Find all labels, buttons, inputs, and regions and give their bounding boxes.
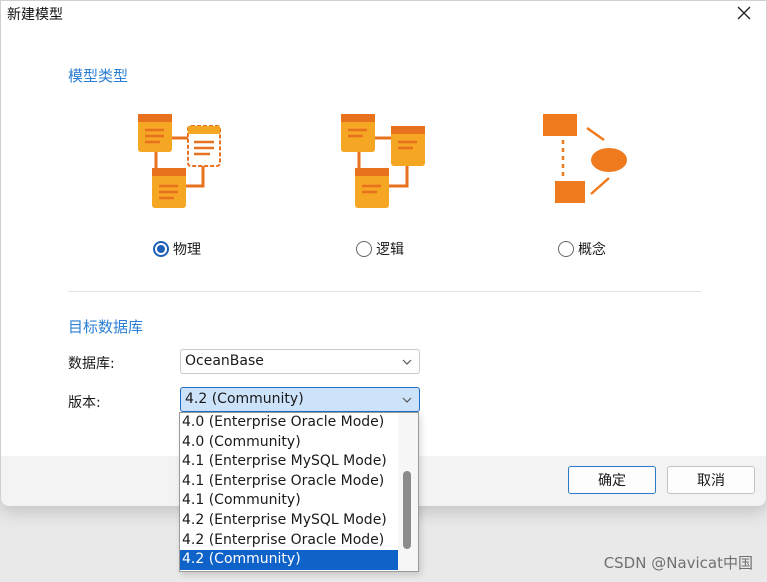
chevron-down-icon bbox=[402, 359, 412, 365]
version-options: 4.0 (Enterprise Oracle Mode) 4.0 (Commun… bbox=[180, 413, 398, 570]
version-value: 4.2 (Community) bbox=[185, 391, 304, 407]
dialog-title: 新建模型 bbox=[7, 7, 63, 23]
version-option-selected[interactable]: 4.2 (Community) bbox=[180, 550, 398, 570]
database-select[interactable]: OceanBase bbox=[180, 349, 420, 374]
dropdown-scrollbar[interactable] bbox=[398, 413, 418, 571]
database-value: OceanBase bbox=[185, 353, 264, 369]
database-label: 数据库: bbox=[68, 356, 115, 372]
conceptual-model-icon bbox=[543, 114, 627, 203]
cancel-button[interactable]: 取消 bbox=[667, 466, 755, 494]
model-option-conceptual[interactable]: 概念 bbox=[541, 106, 681, 266]
version-option[interactable]: 4.2 (Enterprise Oracle Mode) bbox=[180, 531, 398, 551]
version-select[interactable]: 4.2 (Community) bbox=[180, 387, 420, 412]
physical-model-icon bbox=[138, 114, 221, 208]
physical-radio-row[interactable]: 物理 bbox=[153, 239, 201, 259]
watermark: CSDN @Navicat中国 bbox=[603, 554, 753, 572]
target-db-title: 目标数据库 bbox=[68, 318, 144, 336]
model-option-logical[interactable]: 逻辑 bbox=[339, 106, 479, 266]
scrollbar-thumb[interactable] bbox=[403, 471, 411, 549]
physical-radio[interactable] bbox=[153, 241, 169, 257]
physical-label: 物理 bbox=[173, 242, 201, 258]
close-button[interactable] bbox=[732, 1, 756, 25]
version-label: 版本: bbox=[68, 395, 101, 411]
version-dropdown-list[interactable]: 4.0 (Enterprise Oracle Mode) 4.0 (Commun… bbox=[179, 412, 419, 572]
conceptual-radio-row[interactable]: 概念 bbox=[558, 239, 606, 259]
version-option[interactable]: 4.2 (Enterprise MySQL Mode) bbox=[180, 511, 398, 531]
title-bar: 新建模型 bbox=[1, 1, 766, 25]
ok-button[interactable]: 确定 bbox=[568, 466, 656, 494]
version-option[interactable]: 4.1 (Enterprise MySQL Mode) bbox=[180, 452, 398, 472]
chevron-down-icon bbox=[402, 397, 412, 403]
version-option[interactable]: 4.0 (Community) bbox=[180, 433, 398, 453]
model-type-title: 模型类型 bbox=[68, 67, 129, 85]
conceptual-label: 概念 bbox=[578, 242, 606, 258]
logical-radio[interactable] bbox=[356, 241, 372, 257]
logical-model-icon bbox=[341, 114, 425, 208]
section-divider bbox=[68, 291, 701, 292]
version-option[interactable]: 4.0 (Enterprise Oracle Mode) bbox=[180, 413, 398, 433]
model-option-physical[interactable]: 物理 bbox=[136, 106, 276, 266]
logical-label: 逻辑 bbox=[376, 242, 404, 258]
version-option[interactable]: 4.1 (Community) bbox=[180, 491, 398, 511]
close-icon bbox=[737, 6, 751, 20]
conceptual-radio[interactable] bbox=[558, 241, 574, 257]
version-option[interactable]: 4.1 (Enterprise Oracle Mode) bbox=[180, 472, 398, 492]
logical-radio-row[interactable]: 逻辑 bbox=[356, 239, 404, 259]
